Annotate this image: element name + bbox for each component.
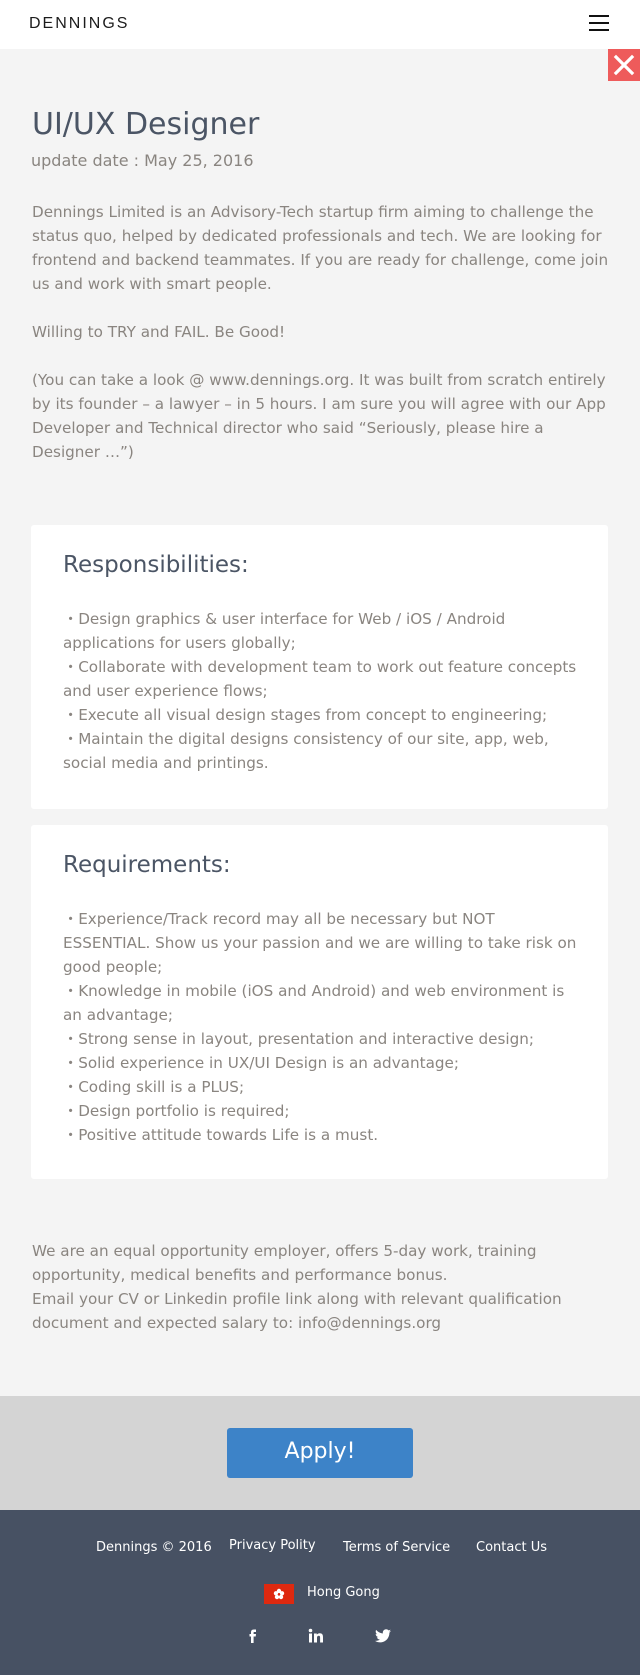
- requirements-list: ・Experience/Track record may all be nece…: [63, 907, 583, 1147]
- close-button[interactable]: [608, 49, 640, 81]
- intro-paragraph: Willing to TRY and FAIL. Be Good!: [32, 323, 286, 341]
- job-intro: Dennings Limited is an Advisory-Tech sta…: [32, 200, 612, 488]
- list-item: ・Design portfolio is required;: [63, 1102, 290, 1120]
- responsibilities-heading: Responsibilities:: [63, 552, 249, 578]
- footer: Dennings © 2016 Privacy Polity Terms of …: [0, 1510, 640, 1675]
- list-item: ・Coding skill is a PLUS;: [63, 1078, 245, 1096]
- twitter-icon[interactable]: [373, 1626, 393, 1646]
- hong-kong-flag-icon[interactable]: [264, 1584, 294, 1604]
- list-item: ・Knowledge in mobile (iOS and Android) a…: [63, 982, 565, 1024]
- list-item: ・Strong sense in layout, presentation an…: [63, 1030, 534, 1048]
- list-item: ・Design graphics & user interface for We…: [63, 610, 506, 652]
- terms-link[interactable]: Terms of Service: [343, 1540, 450, 1555]
- bauhinia-icon: [273, 1588, 285, 1600]
- intro-paragraph: Dennings Limited is an Advisory-Tech sta…: [32, 203, 609, 293]
- requirements-card: Requirements: ・Experience/Track record m…: [31, 825, 608, 1179]
- contact-instructions: Email your CV or Linkedin profile link a…: [32, 1290, 562, 1332]
- list-item: ・Positive attitude towards Life is a mus…: [63, 1126, 379, 1144]
- benefits-text: We are an equal opportunity employer, of…: [32, 1242, 537, 1284]
- responsibilities-card: Responsibilities: ・Design graphics & use…: [31, 525, 608, 809]
- apply-button[interactable]: Apply!: [227, 1428, 413, 1478]
- hamburger-menu-icon[interactable]: [589, 15, 609, 33]
- facebook-icon[interactable]: [243, 1626, 263, 1646]
- copyright-text: Dennings © 2016: [96, 1540, 212, 1555]
- list-item: ・Execute all visual design stages from c…: [63, 706, 548, 724]
- region-label[interactable]: Hong Gong: [307, 1585, 380, 1600]
- close-icon: [613, 54, 635, 76]
- brand-logo[interactable]: DENNINGS: [29, 15, 129, 33]
- page-title: UI/UX Designer: [32, 107, 260, 142]
- requirements-heading: Requirements:: [63, 852, 231, 878]
- apply-section: Apply!: [0, 1396, 640, 1510]
- list-item: ・Collaborate with development team to wo…: [63, 658, 577, 700]
- privacy-link[interactable]: Privacy Polity: [229, 1538, 316, 1553]
- closing-text: We are an equal opportunity employer, of…: [32, 1239, 592, 1335]
- intro-paragraph: (You can take a look @ www.dennings.org.…: [32, 371, 606, 461]
- update-date: update date : May 25, 2016: [31, 151, 254, 170]
- list-item: ・Experience/Track record may all be nece…: [63, 910, 577, 976]
- responsibilities-list: ・Design graphics & user interface for We…: [63, 607, 583, 775]
- top-bar: DENNINGS: [0, 0, 640, 49]
- list-item: ・Solid experience in UX/UI Design is an …: [63, 1054, 459, 1072]
- linkedin-icon[interactable]: [306, 1626, 326, 1646]
- contact-link[interactable]: Contact Us: [476, 1540, 547, 1555]
- list-item: ・Maintain the digital designs consistenc…: [63, 730, 549, 772]
